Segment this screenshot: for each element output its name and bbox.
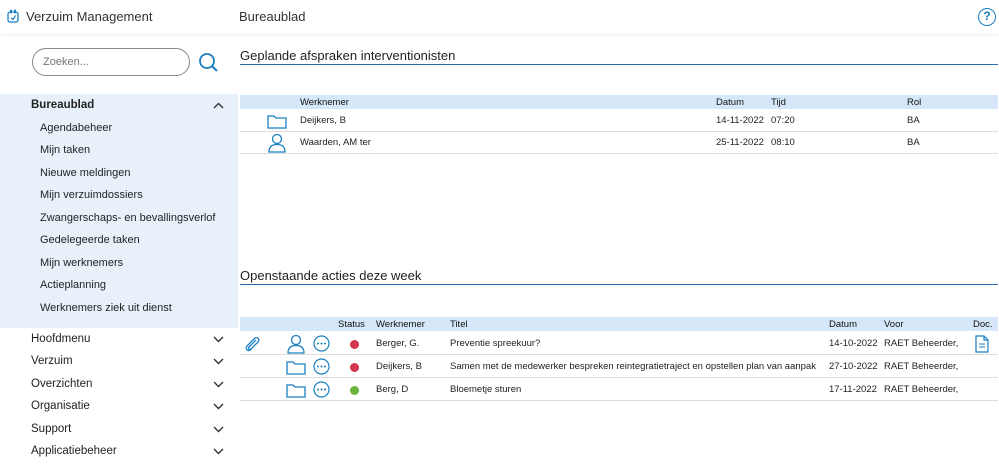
cell-datum: 17-11-2022: [829, 384, 877, 395]
folder-icon[interactable]: [286, 360, 306, 375]
more-options-icon[interactable]: [313, 381, 330, 398]
cell-tijd: 08:10: [771, 137, 795, 148]
table-row[interactable]: Waarden, AM ter 25-11-2022 08:10 BA: [240, 132, 998, 154]
nav-item-mijn-verzuimdossiers[interactable]: Mijn verzuimdossiers: [40, 189, 143, 201]
more-options-icon[interactable]: [313, 335, 330, 352]
cell-werknemer: Berger, G.: [376, 338, 420, 349]
nav-item-nieuwe-meldingen[interactable]: Nieuwe meldingen: [40, 167, 131, 179]
col-tijd[interactable]: Tijd: [771, 97, 786, 108]
col-datum[interactable]: Datum: [829, 319, 857, 330]
cell-datum: 14-11-2022: [716, 115, 764, 126]
cell-voor: RAET Beheerder,: [884, 384, 959, 395]
cell-titel[interactable]: Bloemetje sturen: [450, 384, 521, 395]
nav-head-hoofdmenu[interactable]: Hoofdmenu: [31, 333, 90, 345]
nav-head-support[interactable]: Support: [31, 423, 71, 435]
cell-voor: RAET Beheerder,: [884, 361, 959, 372]
table-row[interactable]: Deijkers, B 14-11-2022 07:20 BA: [240, 110, 998, 132]
col-rol[interactable]: Rol: [907, 97, 921, 108]
paperclip-icon[interactable]: [244, 336, 262, 354]
nav-section-bureaublad: Bureaublad Agendabeheer Mijn taken Nieuw…: [0, 94, 238, 328]
col-werknemer[interactable]: Werknemer: [300, 97, 349, 108]
appointments-table-header: Werknemer Datum Tijd Rol: [240, 95, 998, 109]
cell-datum: 14-10-2022: [829, 338, 878, 349]
col-voor[interactable]: Voor: [884, 319, 904, 330]
nav-item-actieplanning[interactable]: Actieplanning: [40, 279, 106, 291]
app-logo-icon: [7, 9, 19, 23]
nav-item-agendabeheer[interactable]: Agendabeheer: [40, 122, 112, 134]
nav-head-applicatiebeheer[interactable]: Applicatiebeheer: [31, 445, 117, 457]
cell-datum: 27-10-2022: [829, 361, 878, 372]
search-input[interactable]: [43, 56, 183, 68]
cell-titel[interactable]: Preventie spreekuur?: [450, 338, 540, 349]
cell-rol: BA: [907, 137, 920, 148]
table-row[interactable]: Berger, G. Preventie spreekuur? 14-10-20…: [240, 333, 998, 355]
nav-head-organisatie[interactable]: Organisatie: [31, 400, 90, 412]
folder-icon[interactable]: [267, 114, 287, 129]
top-header: Verzuim Management Bureaublad ?: [0, 0, 999, 34]
help-icon[interactable]: ?: [978, 8, 996, 26]
col-status[interactable]: Status: [338, 319, 365, 330]
main-content: Geplande afspraken interventionisten Wer…: [238, 34, 999, 474]
user-icon[interactable]: [287, 334, 305, 354]
document-icon[interactable]: [975, 335, 989, 353]
cell-werknemer: Deijkers, B: [300, 115, 346, 126]
cell-rol: BA: [907, 115, 920, 126]
search-icon[interactable]: [198, 52, 218, 72]
status-dot: [350, 386, 359, 395]
nav-head-verzuim[interactable]: Verzuim: [31, 355, 73, 367]
chevron-down-icon[interactable]: [213, 448, 224, 455]
nav-head-bureaublad[interactable]: Bureaublad: [31, 99, 94, 111]
table-row[interactable]: Berg, D Bloemetje sturen 17-11-2022 RAET…: [240, 379, 998, 401]
cell-werknemer: Berg, D: [376, 384, 409, 395]
chevron-down-icon[interactable]: [213, 381, 224, 388]
app-title: Verzuim Management: [26, 9, 153, 24]
status-dot: [350, 363, 359, 372]
chevron-down-icon[interactable]: [213, 358, 224, 365]
nav-item-mijn-werknemers[interactable]: Mijn werknemers: [40, 257, 123, 269]
user-icon[interactable]: [268, 133, 286, 153]
chevron-down-icon[interactable]: [213, 403, 224, 410]
table-row[interactable]: Deijkers, B Samen met de medewerker besp…: [240, 356, 998, 378]
section-divider: [240, 64, 998, 65]
nav-item-ziek-uit-dienst[interactable]: Werknemers ziek uit dienst: [40, 302, 172, 314]
cell-tijd: 07:20: [771, 115, 795, 126]
col-titel[interactable]: Titel: [450, 319, 468, 330]
cell-titel[interactable]: Samen met de medewerker bespreken reinte…: [450, 361, 816, 372]
cell-werknemer: Waarden, AM ter: [300, 137, 371, 148]
sidebar: Bureaublad Agendabeheer Mijn taken Nieuw…: [0, 34, 238, 474]
col-doc[interactable]: Doc.: [973, 319, 993, 330]
appointments-title: Geplande afspraken interventionisten: [240, 48, 456, 63]
nav-item-gedelegeerde-taken[interactable]: Gedelegeerde taken: [40, 234, 140, 246]
cell-datum: 25-11-2022: [716, 137, 764, 148]
actions-table-header: Status Werknemer Titel Datum Voor Doc.: [240, 317, 998, 331]
more-options-icon[interactable]: [313, 358, 330, 375]
col-datum[interactable]: Datum: [716, 97, 744, 108]
nav-head-overzichten[interactable]: Overzichten: [31, 378, 92, 390]
col-werknemer[interactable]: Werknemer: [376, 319, 425, 330]
cell-werknemer: Deijkers, B: [376, 361, 422, 372]
nav-item-zwangerschapsverlof[interactable]: Zwangerschaps- en bevallingsverlof: [40, 212, 215, 224]
page-title: Bureaublad: [239, 9, 306, 24]
cell-voor: RAET Beheerder,: [884, 338, 959, 349]
folder-icon[interactable]: [286, 383, 306, 398]
chevron-down-icon[interactable]: [213, 336, 224, 343]
status-dot: [350, 340, 359, 349]
chevron-down-icon[interactable]: [213, 426, 224, 433]
chevron-up-icon[interactable]: [213, 102, 224, 109]
actions-title: Openstaande acties deze week: [240, 268, 422, 283]
search-box: [32, 48, 190, 76]
nav-item-mijn-taken[interactable]: Mijn taken: [40, 144, 90, 156]
section-divider: [240, 284, 998, 285]
